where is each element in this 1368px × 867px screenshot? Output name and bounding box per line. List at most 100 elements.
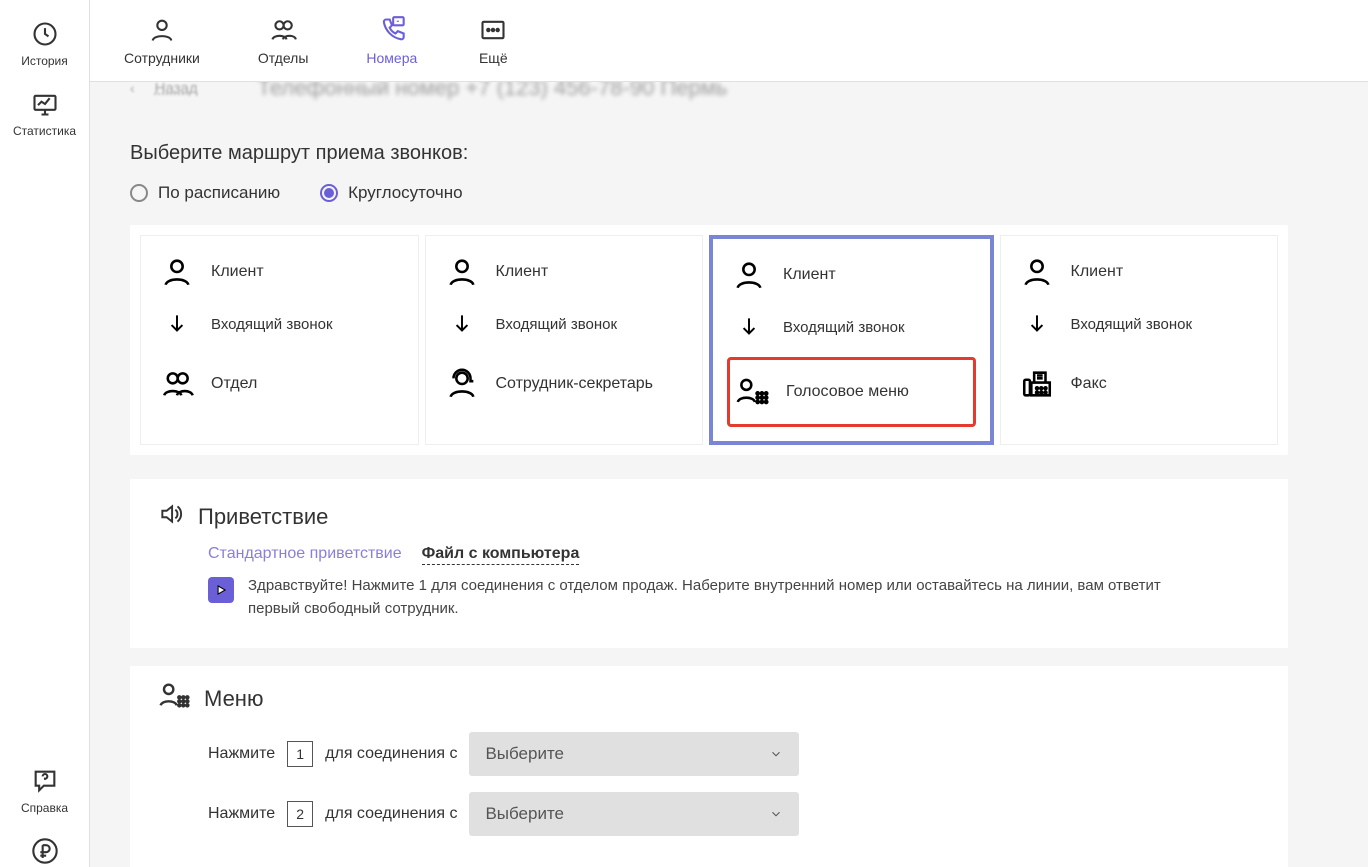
greeting-panel: Приветствие Стандартное приветствие Файл…: [130, 479, 1288, 648]
menu-panel: Меню Нажмите 1 для соединения с Выберите…: [130, 666, 1288, 867]
card-incoming-label: Входящий звонок: [783, 319, 905, 336]
main: Сотрудники Отделы Номера Ещё ‹ Назад Тел…: [90, 0, 1368, 867]
menu-key-1: 1: [287, 741, 313, 767]
card-dest-label: Голосовое меню: [786, 383, 909, 401]
person-icon: [1019, 254, 1055, 290]
card-dest-label: Отдел: [211, 375, 257, 393]
menu-press-label: Нажмите: [208, 745, 275, 763]
chart-icon: [29, 88, 61, 120]
menu-press-label: Нажмите: [208, 805, 275, 823]
card-client-label: Клиент: [211, 263, 264, 281]
radio-icon: [320, 184, 338, 202]
route-schedule[interactable]: По расписанию: [130, 183, 280, 203]
topnav-numbers[interactable]: Номера: [362, 8, 421, 74]
clock-icon: [29, 18, 61, 50]
topnav-more[interactable]: Ещё: [471, 8, 515, 74]
route-title: Выберите маршрут приема звонков:: [130, 142, 1328, 165]
menu-title: Меню: [204, 686, 263, 712]
greeting-header: Приветствие: [158, 501, 1260, 533]
menu-connect-label: для соединения с: [325, 805, 457, 823]
greeting-tabs: Стандартное приветствие Файл с компьютер…: [208, 545, 1260, 565]
topnav-label-departments: Отделы: [258, 50, 309, 66]
menu-header: Меню: [158, 680, 1260, 718]
topnav-departments[interactable]: Отделы: [254, 8, 313, 74]
card-incoming-label: Входящий звонок: [211, 316, 333, 333]
greeting-title: Приветствие: [198, 504, 328, 530]
person-icon: [731, 257, 767, 293]
card-incoming-row: Входящий звонок: [444, 306, 685, 342]
select-placeholder: Выберите: [485, 804, 564, 824]
select-placeholder: Выберите: [485, 744, 564, 764]
header-row: ‹ Назад Телефонный номер +7 (123) 456-78…: [130, 82, 1328, 100]
topnav-label-more: Ещё: [479, 50, 508, 66]
card-department[interactable]: Клиент Входящий звонок Отдел: [140, 235, 419, 445]
greeting-tab-standard[interactable]: Стандартное приветствие: [208, 545, 402, 565]
card-incoming-row: Входящий звонок: [731, 309, 972, 345]
topnav-label-numbers: Номера: [366, 50, 417, 66]
greeting-body: Здравствуйте! Нажмите 1 для соединения с…: [208, 575, 1260, 620]
arrow-down-icon: [444, 306, 480, 342]
card-incoming-row: Входящий звонок: [1019, 306, 1260, 342]
speaker-icon: [158, 501, 184, 533]
sidebar: История Статистика Справка: [0, 0, 90, 867]
chevron-down-icon: [769, 807, 783, 821]
arrow-down-icon: [1019, 306, 1055, 342]
play-button[interactable]: [208, 577, 234, 603]
card-fax[interactable]: Клиент Входящий звонок Факс: [1000, 235, 1279, 445]
route-cards: Клиент Входящий звонок Отдел Клиент: [130, 225, 1288, 455]
person-icon: [159, 254, 195, 290]
back-chevron-icon: ‹: [130, 82, 135, 96]
person-icon: [444, 254, 480, 290]
card-dest-row: Голосовое меню: [727, 357, 976, 427]
menu-select-1[interactable]: Выберите: [469, 732, 799, 776]
card-client-row: Клиент: [444, 254, 685, 290]
card-dest-label: Сотрудник-секретарь: [496, 375, 654, 393]
card-client-label: Клиент: [496, 263, 549, 281]
chevron-down-icon: [769, 747, 783, 761]
card-incoming-label: Входящий звонок: [496, 316, 618, 333]
greeting-tab-file[interactable]: Файл с компьютера: [422, 545, 580, 565]
card-dest-label: Факс: [1071, 375, 1107, 393]
more-icon: [475, 16, 511, 44]
phone-badge-icon: [374, 16, 410, 44]
card-secretary[interactable]: Клиент Входящий звонок Сотрудник-секрета…: [425, 235, 704, 445]
topnav-label-employees: Сотрудники: [124, 50, 200, 66]
page-title: Телефонный номер +7 (123) 456-78-90 Перм…: [258, 82, 728, 101]
menu-key-2: 2: [287, 801, 313, 827]
ivr-icon: [158, 680, 190, 718]
back-link[interactable]: Назад: [155, 82, 198, 97]
content: ‹ Назад Телефонный номер +7 (123) 456-78…: [90, 82, 1368, 867]
menu-connect-label: для соединения с: [325, 745, 457, 763]
route-options: По расписанию Круглосуточно: [130, 183, 1328, 203]
topnav-employees[interactable]: Сотрудники: [120, 8, 204, 74]
menu-row-1: Нажмите 1 для соединения с Выберите: [208, 732, 1260, 776]
sidebar-item-statistics[interactable]: Статистика: [0, 78, 89, 148]
sidebar-item-history[interactable]: История: [0, 8, 89, 78]
card-incoming-row: Входящий звонок: [159, 306, 400, 342]
card-incoming-label: Входящий звонок: [1071, 316, 1193, 333]
person-icon: [144, 16, 180, 44]
menu-select-2[interactable]: Выберите: [469, 792, 799, 836]
route-always-label: Круглосуточно: [348, 183, 462, 203]
help-icon: [29, 765, 61, 797]
card-ivr[interactable]: Клиент Входящий звонок Голосовое меню: [709, 235, 994, 445]
card-client-row: Клиент: [159, 254, 400, 290]
card-dest-row: Отдел: [159, 358, 400, 410]
card-client-row: Клиент: [731, 257, 972, 293]
sidebar-item-help[interactable]: Справка: [0, 755, 89, 825]
sidebar-label-help: Справка: [21, 801, 68, 815]
headset-icon: [444, 366, 480, 402]
card-client-label: Клиент: [1071, 263, 1124, 281]
route-always[interactable]: Круглосуточно: [320, 183, 462, 203]
radio-icon: [130, 184, 148, 202]
group-icon: [265, 16, 301, 44]
card-client-label: Клиент: [783, 266, 836, 284]
sidebar-label-history: История: [21, 54, 68, 68]
menu-row-2: Нажмите 2 для соединения с Выберите: [208, 792, 1260, 836]
arrow-down-icon: [159, 306, 195, 342]
fax-icon: [1019, 366, 1055, 402]
card-dest-row: Сотрудник-секретарь: [444, 358, 685, 410]
greeting-text: Здравствуйте! Нажмите 1 для соединения с…: [248, 575, 1168, 620]
sidebar-item-ruble[interactable]: [0, 825, 89, 867]
card-client-row: Клиент: [1019, 254, 1260, 290]
